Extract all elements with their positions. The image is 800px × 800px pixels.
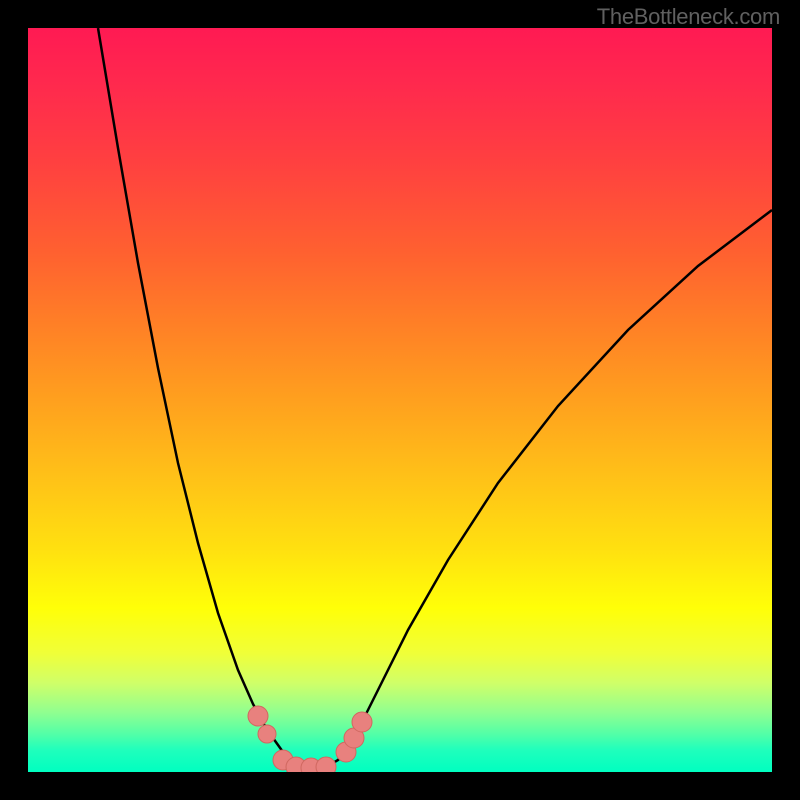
chart-container: TheBottleneck.com: [0, 0, 800, 800]
left-curve: [98, 28, 313, 768]
watermark-text: TheBottleneck.com: [597, 4, 780, 30]
marker-dot: [248, 706, 268, 726]
right-curve: [313, 210, 772, 768]
marker-group: [248, 706, 372, 772]
chart-svg: [28, 28, 772, 772]
marker-dot: [352, 712, 372, 732]
marker-dot: [258, 725, 276, 743]
marker-dot: [316, 757, 336, 772]
plot-area: [28, 28, 772, 772]
